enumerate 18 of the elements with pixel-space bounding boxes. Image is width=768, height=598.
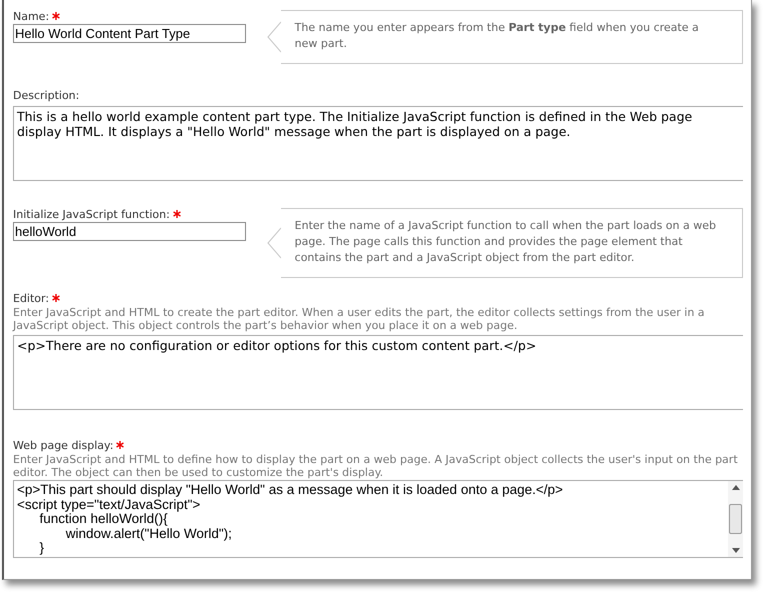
scroll-thumb[interactable] bbox=[729, 504, 742, 534]
hint-text: The name you enter appears from the Part type field when you create a new part. bbox=[294, 20, 700, 52]
scroll-down-icon[interactable] bbox=[732, 548, 740, 553]
scrollbar[interactable] bbox=[728, 481, 743, 557]
field-label: Editor: bbox=[13, 291, 50, 306]
code-area[interactable]: <p>This part should display "Hello World" as a message when it is loaded onto a page.</p> <script type="text/JavaScript"> function helloWorld(){ window.alert("Hello World"); } bbox=[13, 480, 743, 558]
text-area[interactable]: This is a hello world example content part type. The Initialize JavaScript function is defined in the Web page display HTML. It displays a "Hello World" message when the part is displayed on a page. bbox=[13, 106, 743, 181]
scroll-up-icon[interactable] bbox=[732, 485, 740, 490]
text-input[interactable]: Hello World Content Part Type bbox=[13, 24, 246, 43]
help-text: Enter JavaScript and HTML to define how to display the part on a web page. A JavaScript object collects the user's input on the part editor. The object can then be used to customize the part's display. bbox=[13, 453, 739, 479]
text-area[interactable]: <p>There are no configuration or editor options for this custom content part.</p> bbox=[13, 335, 743, 410]
text-input[interactable]: helloWorld bbox=[13, 222, 246, 241]
field-label: Web page display: bbox=[13, 438, 114, 453]
field-label: Name: bbox=[13, 9, 50, 24]
help-text: Enter JavaScript and HTML to create the part editor. When a user edits the part, the editor collects settings from the user in a JavaScript object. This object controls the part’s behavior when you place it on a web page. bbox=[13, 306, 706, 332]
field-label: Initialize JavaScript function: bbox=[13, 207, 170, 222]
hint-text: Enter the name of a JavaScript function to call when the part loads on a web page. The page calls this function and provides the page element that contains the part and a JavaScript object from the part editor. bbox=[294, 218, 717, 266]
field-label: Description: bbox=[13, 88, 80, 103]
